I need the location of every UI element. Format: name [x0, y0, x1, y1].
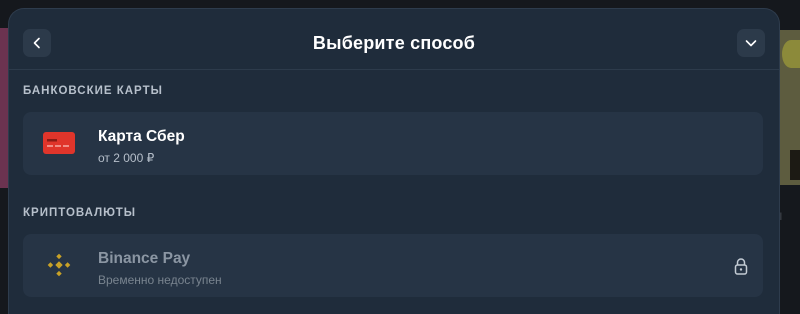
lock-icon — [734, 258, 748, 275]
payment-method-name: Карта Сбер — [98, 128, 185, 145]
chevron-down-icon — [745, 40, 757, 47]
payment-method-modal: Выберите способ БАНКОВСКИЕ КАРТЫ Карта С… — [8, 8, 780, 314]
bank-card-icon — [43, 132, 75, 154]
collapse-button[interactable] — [737, 29, 765, 57]
section-label-crypto: КРИПТОВАЛЮТЫ — [23, 207, 137, 219]
payment-method-status: Временно недоступен — [98, 273, 222, 287]
modal-title: Выберите способ — [312, 33, 476, 53]
payment-method-sber-card[interactable]: Карта Сбер от 2 000 ₽ — [23, 112, 763, 175]
binance-icon — [47, 253, 71, 277]
modal-header: Выберите способ — [9, 9, 779, 70]
background-page-dark — [790, 150, 800, 180]
payment-method-min-amount: от 2 000 ₽ — [98, 151, 155, 165]
section-label-bank-cards: БАНКОВСКИЕ КАРТЫ — [23, 85, 163, 97]
background-page-text: l — [779, 212, 782, 223]
payment-method-binance-pay[interactable]: Binance Pay Временно недоступен — [23, 234, 763, 297]
payment-method-name: Binance Pay — [98, 250, 191, 267]
